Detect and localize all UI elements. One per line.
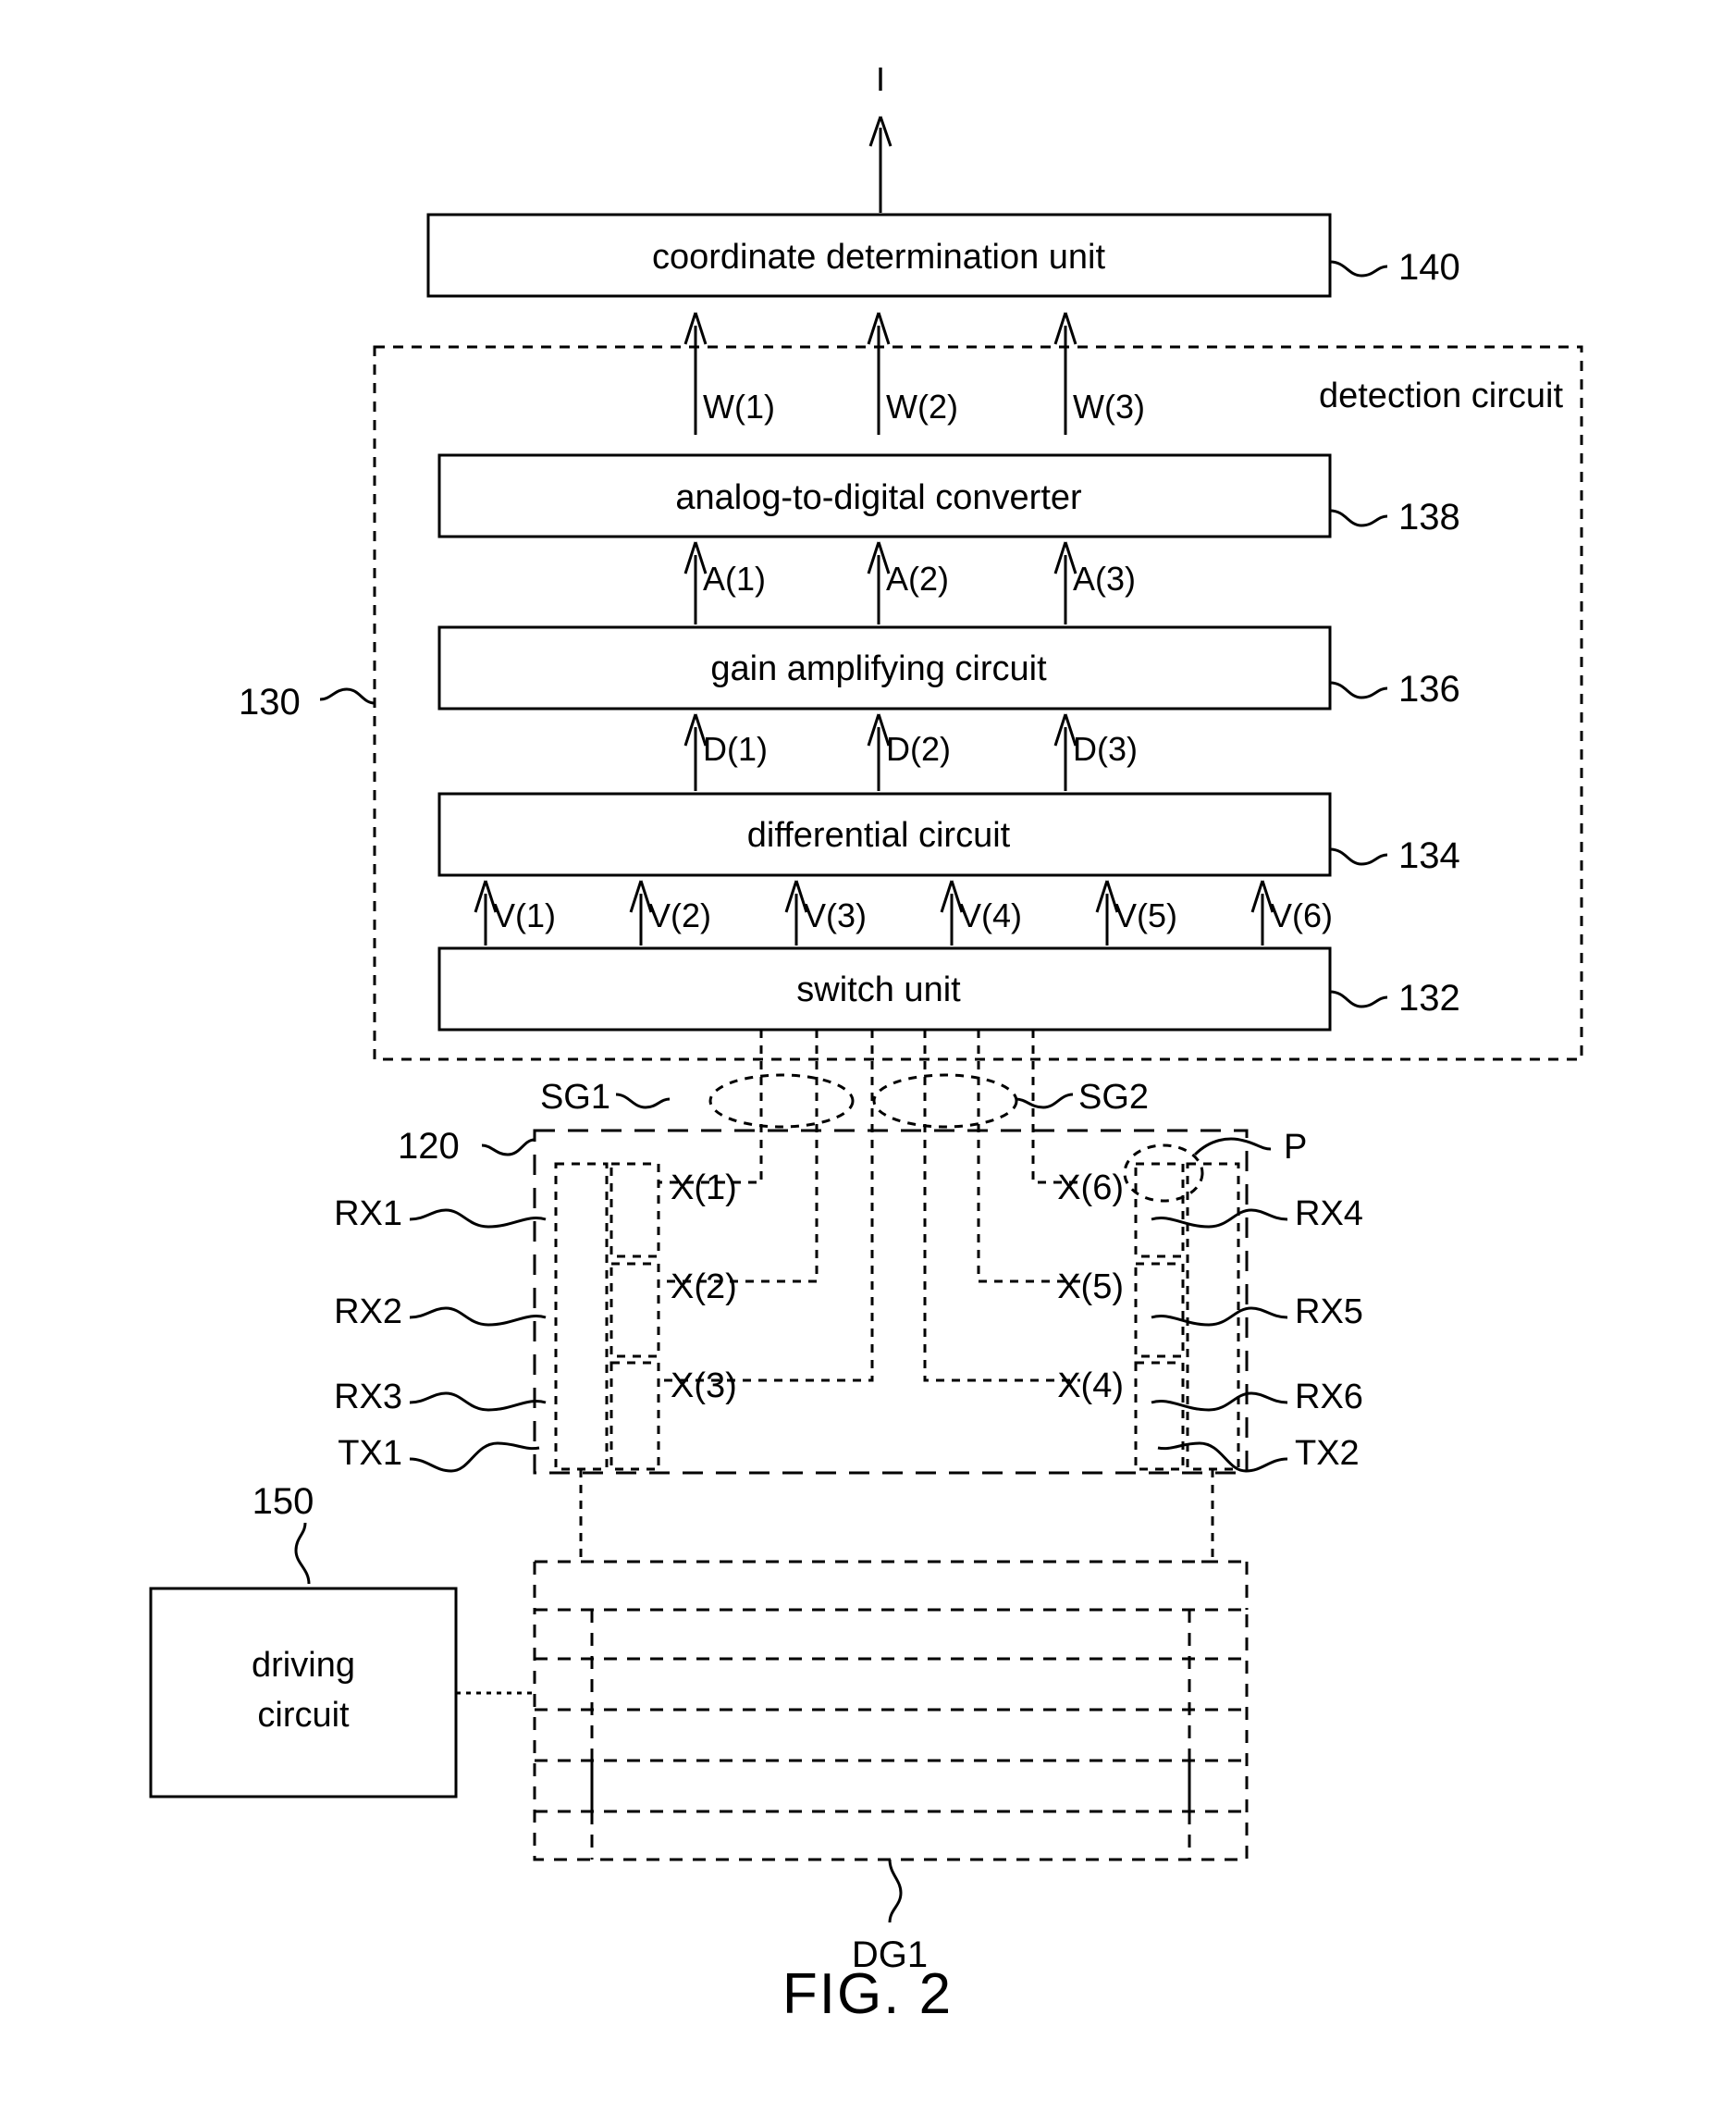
signal-v-2: V(2) xyxy=(648,896,711,934)
analog-to-digital-converter-label: analog-to-digital converter xyxy=(675,478,1082,517)
signal-d-2: D(2) xyxy=(886,730,951,768)
patent-figure-2: I coordinate determination unit 140 dete… xyxy=(0,0,1736,2101)
tx2-label: TX2 xyxy=(1295,1434,1360,1473)
sense-group-1-bundle xyxy=(708,1073,855,1129)
ref-134: 134 xyxy=(1398,835,1460,876)
sense-group-2-label: SG2 xyxy=(1078,1078,1149,1117)
signal-w-2: W(2) xyxy=(886,388,958,426)
signal-w-3: W(3) xyxy=(1073,388,1145,426)
v-signal-group: V(1) V(2) V(3) V(4) V(5) V(6) xyxy=(474,880,1333,945)
driving-circuit-label-line2: circuit xyxy=(257,1696,350,1735)
w-signal-group: W(1) W(2) W(3) xyxy=(683,312,1145,435)
signal-v-6: V(6) xyxy=(1270,896,1333,934)
gain-amplifying-circuit-block: gain amplifying circuit 136 xyxy=(437,625,1460,711)
left-x-labels: X(1) X(2) X(3) xyxy=(671,1168,737,1405)
coordinate-determination-unit-label: coordinate determination unit xyxy=(652,238,1106,277)
electrode-label-x4: X(4) xyxy=(1057,1366,1124,1405)
ref-132: 132 xyxy=(1398,978,1460,1019)
detection-circuit-label: detection circuit xyxy=(1319,377,1563,415)
signal-w-1: W(1) xyxy=(703,388,775,426)
signal-a-2: A(2) xyxy=(886,560,949,598)
analog-to-digital-converter-block: analog-to-digital converter 138 xyxy=(437,453,1460,538)
gain-amplifying-circuit-label: gain amplifying circuit xyxy=(710,649,1047,688)
output-label: I xyxy=(876,60,885,98)
switch-unit-label: switch unit xyxy=(796,970,961,1009)
electrode-label-x6: X(6) xyxy=(1057,1168,1124,1207)
ref-138: 138 xyxy=(1398,497,1460,538)
rx5-label: RX5 xyxy=(1295,1292,1363,1331)
rx4-electrode-pad xyxy=(1134,1162,1185,1258)
tx1-electrode-bar xyxy=(554,1162,609,1471)
electrode-label-x2: X(2) xyxy=(671,1267,737,1306)
ref-140: 140 xyxy=(1398,247,1460,288)
ref-136: 136 xyxy=(1398,669,1460,710)
sense-group-annotations: SG1 SG2 xyxy=(540,1073,1149,1129)
tx1-label: TX1 xyxy=(338,1434,402,1473)
rx4-label: RX4 xyxy=(1295,1194,1363,1233)
display-panel-dg1: DG1 xyxy=(533,1517,1249,1975)
right-electrode-stack xyxy=(1134,1162,1240,1517)
sense-group-1-label: SG1 xyxy=(540,1078,610,1117)
signal-v-1: V(1) xyxy=(493,896,556,934)
signal-v-5: V(5) xyxy=(1114,896,1177,934)
left-electrode-stack xyxy=(554,1162,660,1517)
switch-unit-block: switch unit 132 xyxy=(437,946,1460,1032)
figure-caption: FIG. 2 xyxy=(782,1962,953,2026)
output-signal-group: I xyxy=(868,60,893,213)
signal-d-1: D(1) xyxy=(703,730,768,768)
rx2-electrode-pad xyxy=(609,1262,660,1358)
rx6-electrode-pad xyxy=(1134,1361,1185,1471)
ref-130: 130 xyxy=(239,682,301,723)
rx1-electrode-pad xyxy=(609,1162,660,1258)
rx6-label: RX6 xyxy=(1295,1378,1363,1416)
electrode-label-x5: X(5) xyxy=(1057,1267,1124,1306)
ref-150: 150 xyxy=(252,1481,314,1522)
rx2-label: RX2 xyxy=(334,1292,402,1331)
touch-pad-label: P xyxy=(1284,1128,1307,1167)
a-signal-group: A(1) A(2) A(3) xyxy=(683,541,1136,624)
rx3-label: RX3 xyxy=(334,1378,402,1416)
coordinate-determination-unit-block: coordinate determination unit 140 xyxy=(426,213,1460,298)
signal-a-3: A(3) xyxy=(1073,560,1136,598)
driving-circuit-label-line1: driving xyxy=(252,1646,355,1685)
ref-120: 120 xyxy=(398,1126,460,1167)
signal-v-4: V(4) xyxy=(959,896,1022,934)
signal-v-3: V(3) xyxy=(804,896,867,934)
right-x-labels: X(6) X(5) X(4) xyxy=(1057,1168,1124,1405)
rx5-electrode-pad xyxy=(1134,1262,1185,1358)
rx1-label: RX1 xyxy=(334,1194,402,1233)
differential-circuit-label: differential circuit xyxy=(747,816,1011,855)
driving-circuit-block: driving circuit 150 xyxy=(149,1481,536,1798)
differential-circuit-block: differential circuit 134 xyxy=(437,792,1460,877)
signal-d-3: D(3) xyxy=(1073,730,1138,768)
rx3-electrode-pad xyxy=(609,1361,660,1471)
signal-a-1: A(1) xyxy=(703,560,766,598)
electrode-label-x1: X(1) xyxy=(671,1168,737,1207)
electrode-label-x3: X(3) xyxy=(671,1366,737,1405)
sense-group-2-bundle xyxy=(872,1073,1018,1129)
left-rx-tx-labels: RX1 RX2 RX3 TX1 xyxy=(334,1194,547,1473)
d-signal-group: D(1) D(2) D(3) xyxy=(683,713,1138,791)
